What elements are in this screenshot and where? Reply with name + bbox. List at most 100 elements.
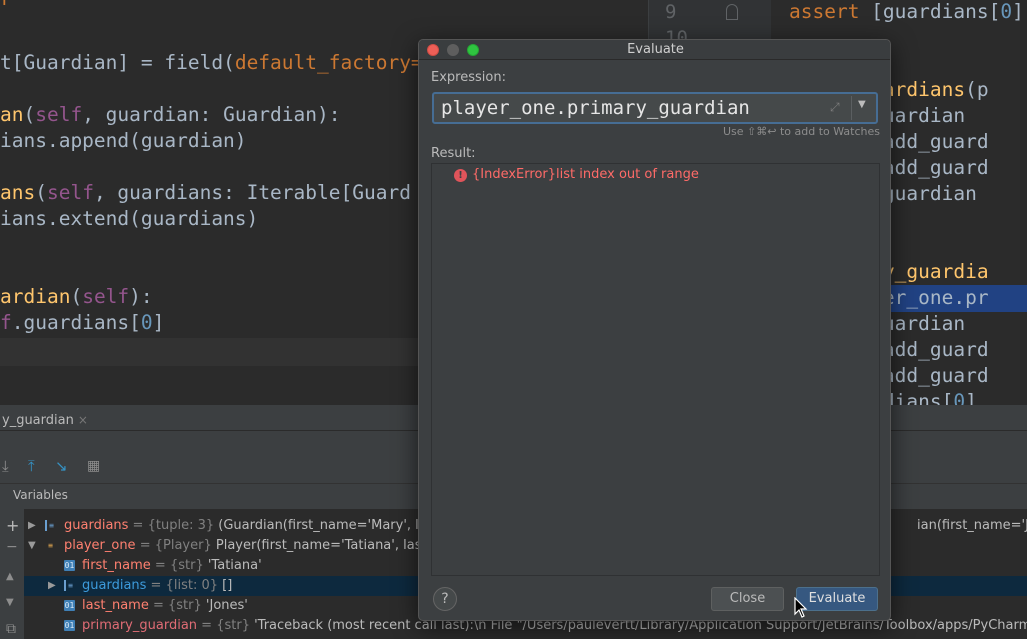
- dialog-titlebar[interactable]: Evaluate: [419, 40, 890, 60]
- code-token: ians.extend(guardians): [0, 207, 259, 230]
- expand-arrow-icon[interactable]: ▶: [48, 576, 56, 596]
- variable-value: (Guardian(first_name='Mary', last_: [218, 518, 446, 533]
- expand-editor-icon[interactable]: ⤢: [830, 100, 840, 115]
- variable-value: 'Tatiana': [207, 558, 262, 573]
- code-token: .guardians[: [11, 311, 141, 334]
- variable-type: {tuple: 3}: [147, 518, 215, 533]
- list-type-icon: ≡: [45, 520, 56, 531]
- variables-side-toolbar: + − ▲ ▼ ⧉: [0, 509, 24, 639]
- code-line: an(self, guardian: Guardian):: [0, 102, 340, 128]
- variable-name: primary_guardian: [82, 618, 198, 633]
- code-token: ]: [152, 311, 165, 334]
- variable-type: {Player}: [154, 538, 212, 553]
- code-line: ans(self, guardians: Iterable[Guard: [0, 180, 411, 206]
- field-type-icon: 01: [64, 600, 75, 611]
- code-token: self: [46, 181, 94, 204]
- error-icon: !: [454, 169, 467, 182]
- move-up-icon[interactable]: ▲: [6, 571, 14, 582]
- expression-label: Expression:: [431, 70, 506, 85]
- mouse-pointer-icon: [794, 597, 808, 618]
- expression-value[interactable]: player_one.primary_guardian: [441, 97, 750, 119]
- expression-input[interactable]: player_one.primary_guardian ⤢ ▼: [432, 92, 878, 124]
- result-tree[interactable]: ! {IndexError}list index out of range: [431, 163, 880, 576]
- code-token: self: [35, 103, 83, 126]
- variable-name: first_name: [82, 558, 151, 573]
- code-line: ians.append(guardian): [0, 128, 247, 154]
- collapse-arrow-icon[interactable]: ▼: [28, 536, 36, 556]
- add-watch-icon[interactable]: +: [6, 516, 19, 535]
- debug-toolbar: ⤓ ⤒ ↘ ▦: [0, 457, 200, 477]
- copy-icon[interactable]: ⧉: [6, 621, 16, 637]
- variable-text: player_one = {Player} Player(first_name=…: [64, 536, 441, 556]
- history-dropdown-icon[interactable]: ▼: [858, 99, 866, 110]
- close-button[interactable]: Close: [711, 587, 784, 611]
- code-token: (: [35, 181, 47, 204]
- variable-name: guardians: [64, 518, 129, 533]
- step-out-icon[interactable]: ⤒: [28, 457, 35, 475]
- variable-type: {str}: [216, 618, 250, 633]
- variable-type: {list: 0}: [165, 578, 219, 593]
- variable-value: []: [222, 578, 233, 593]
- code-token: (p: [965, 78, 989, 101]
- code-token: f: [0, 311, 12, 334]
- code-token: 0: [953, 390, 966, 405]
- code-token: ]: [1012, 0, 1024, 23]
- dialog-title: Evaluate: [627, 42, 684, 57]
- code-token: (: [70, 285, 83, 308]
- code-token: 0: [1000, 0, 1013, 23]
- remove-watch-icon[interactable]: −: [6, 539, 18, 555]
- code-token: t[Guardian] =: [0, 51, 165, 74]
- result-label: Result:: [431, 146, 476, 161]
- code-token: ans: [0, 181, 36, 204]
- evaluate-dialog: Evaluate Expression: player_one.primary_…: [418, 39, 891, 621]
- code-token: default_factory=: [234, 51, 423, 74]
- variable-text: guardians = {tuple: 3} (Guardian(first_n…: [64, 516, 445, 536]
- code-token: (: [23, 103, 36, 126]
- code-token: 0: [140, 311, 153, 334]
- equals-sign: =: [128, 518, 148, 533]
- watches-hint: Use ⇧⌘↩ to add to Watches: [722, 125, 880, 138]
- object-type-icon: ≡: [48, 541, 53, 550]
- field-type-icon: 01: [64, 560, 75, 571]
- variable-text: guardians = {list: 0} []: [82, 576, 232, 596]
- variable-type: {str}: [169, 558, 204, 573]
- evaluate-button[interactable]: Evaluate: [796, 587, 878, 611]
- code-line: ians.extend(guardians): [0, 206, 258, 232]
- close-tab-icon[interactable]: ×: [78, 413, 88, 427]
- code-token: ):: [129, 285, 153, 308]
- code-token: r: [0, 0, 12, 10]
- equals-sign: =: [146, 578, 166, 593]
- code-token: assert: [789, 0, 872, 23]
- equals-sign: =: [150, 558, 170, 573]
- evaluate-table-icon[interactable]: ▦: [87, 457, 100, 475]
- code-token: [guardians[: [871, 0, 1001, 23]
- code-line: t[Guardian] = field(default_factory=: [0, 50, 423, 76]
- line-number: 9: [665, 1, 677, 23]
- list-type-icon: ≡: [64, 580, 75, 591]
- variable-value: 'Jones': [205, 598, 248, 613]
- variable-name: player_one: [64, 538, 136, 553]
- code-line: ardian(self):: [0, 284, 153, 310]
- code-token: field: [164, 51, 224, 74]
- expand-arrow-icon[interactable]: ▶: [28, 516, 36, 536]
- variable-value: Player(first_name='Tatiana', last_n: [215, 538, 442, 553]
- code-token: (: [223, 51, 235, 74]
- equals-sign: =: [148, 598, 168, 613]
- code-line: f.guardians[0]: [0, 310, 164, 336]
- move-down-icon[interactable]: ▼: [6, 597, 14, 608]
- run-to-cursor-icon[interactable]: ↘: [55, 457, 68, 475]
- error-result[interactable]: {IndexError}list index out of range: [472, 167, 699, 182]
- help-button[interactable]: ?: [433, 587, 457, 611]
- variable-name: last_name: [82, 598, 149, 613]
- variables-title: Variables: [13, 488, 68, 502]
- code-token: , guardian: Guardian):: [82, 103, 341, 126]
- field-type-icon: 01: [64, 620, 75, 631]
- code-token: an: [0, 103, 24, 126]
- variable-text: first_name = {str} 'Tatiana': [82, 556, 262, 576]
- debug-session-tab[interactable]: y_guardian ×: [0, 405, 98, 431]
- code-line: r: [0, 0, 12, 12]
- variable-name: guardians: [82, 578, 147, 593]
- step-down-icon[interactable]: ⤓: [2, 457, 9, 475]
- fold-icon[interactable]: [726, 4, 738, 20]
- equals-sign: =: [135, 538, 155, 553]
